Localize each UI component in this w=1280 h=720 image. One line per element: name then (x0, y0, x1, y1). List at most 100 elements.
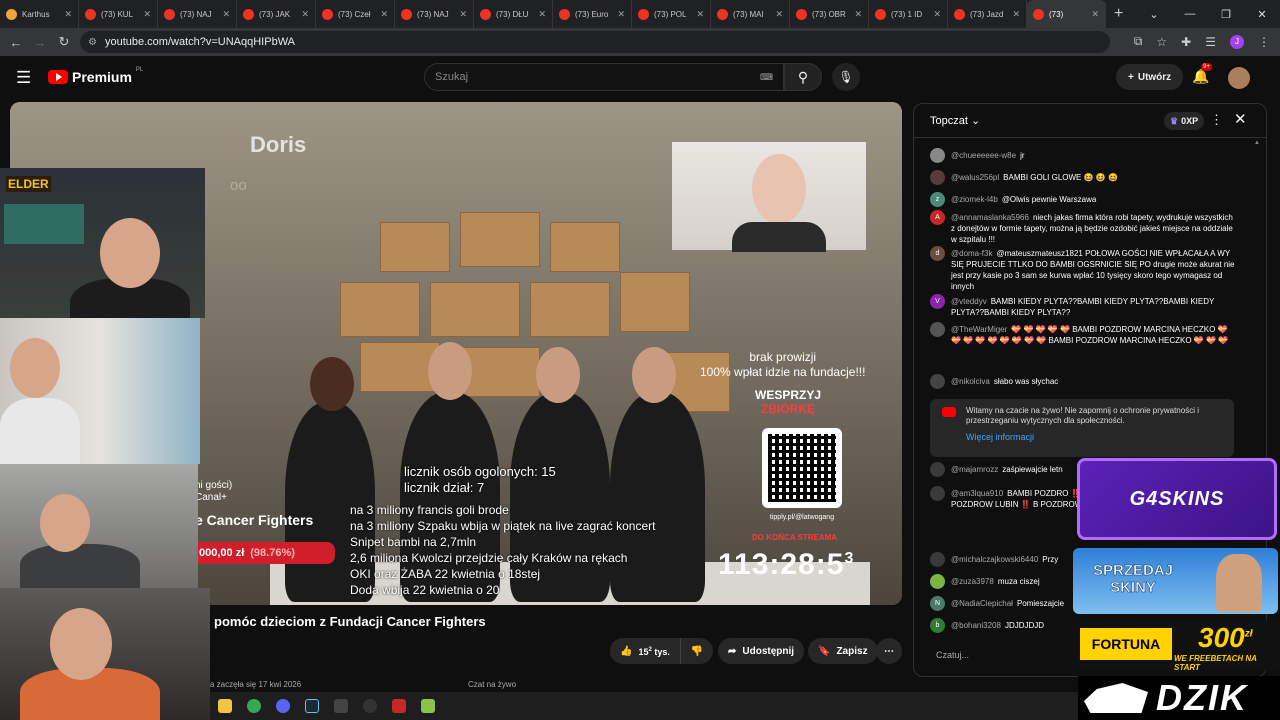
browser-tab[interactable]: (73) ✕ (1027, 0, 1106, 28)
app-red-icon[interactable] (384, 692, 413, 720)
youtube-logo[interactable]: Premium PL (48, 67, 143, 85)
browser-tab[interactable]: (73) Euro ✕ (553, 0, 632, 28)
close-tab-icon[interactable]: ✕ (933, 9, 941, 20)
chat-avatar[interactable] (930, 170, 945, 185)
steam-icon[interactable] (297, 692, 326, 720)
chat-author[interactable]: @michalczajkowski6440 (951, 555, 1038, 564)
close-tab-icon[interactable]: ✕ (854, 9, 862, 20)
close-tab-icon[interactable]: ✕ (1091, 9, 1099, 20)
chat-author[interactable]: @chueeeeee-w8e (951, 151, 1016, 160)
chat-author[interactable]: @annamaslanka5966 (951, 213, 1029, 222)
chat-avatar[interactable] (930, 462, 945, 477)
more-actions-button[interactable]: ⋯ (876, 638, 902, 664)
chat-author[interactable]: @nikolciva (951, 377, 990, 386)
like-button[interactable]: 👍 152 tys. (610, 638, 680, 664)
close-tab-icon[interactable]: ✕ (222, 9, 230, 20)
obs-icon[interactable] (355, 692, 384, 720)
bookmark-star-icon[interactable]: ☆ (1156, 35, 1167, 49)
close-tab-icon[interactable]: ✕ (617, 9, 625, 20)
search-input[interactable]: Szukaj ⌨ (424, 63, 784, 91)
chat-author[interactable]: @majamrozz (951, 465, 998, 474)
close-tab-icon[interactable]: ✕ (64, 9, 72, 20)
chrome-icon[interactable] (239, 692, 268, 720)
more-info-link[interactable]: Więcej informacji (966, 432, 1226, 442)
chat-avatar[interactable] (930, 552, 945, 567)
close-tab-icon[interactable]: ✕ (775, 9, 783, 20)
chat-author[interactable]: @am3lqua910 (951, 489, 1003, 498)
browser-tab[interactable]: (73) Czeł ✕ (316, 0, 395, 28)
chat-avatar[interactable]: N (930, 596, 945, 611)
chat-author[interactable]: @bohani3208 (951, 621, 1001, 630)
chat-author[interactable]: @walus256pl (951, 173, 999, 182)
browser-tab[interactable]: (73) NAJ ✕ (158, 0, 237, 28)
chat-author[interactable]: @ziomek-l4b (951, 195, 998, 204)
browser-tab[interactable]: Karthus ✕ (0, 0, 79, 28)
app-green-icon[interactable] (413, 692, 442, 720)
browser-tab[interactable]: (73) Jazd ✕ (948, 0, 1027, 28)
chat-avatar[interactable]: b (930, 618, 945, 633)
profile-avatar[interactable]: J (1230, 34, 1244, 49)
close-tab-icon[interactable]: ✕ (380, 9, 388, 20)
chat-mode-dropdown[interactable]: Topczat ⌄ (930, 114, 980, 127)
chat-avatar[interactable] (930, 148, 945, 163)
create-button[interactable]: + Utwórz (1116, 64, 1184, 90)
chat-author[interactable]: @TheWarMiger (951, 325, 1007, 334)
chat-avatar[interactable] (930, 486, 945, 501)
browser-tab[interactable]: (73) DŁU ✕ (474, 0, 553, 28)
xp-badge[interactable]: ♛ 0XP (1164, 112, 1205, 130)
chat-avatar[interactable]: z (930, 192, 945, 207)
notifications-button[interactable]: 🔔 9+ (1192, 63, 1212, 85)
browser-tab[interactable]: (73) JAK ✕ (237, 0, 316, 28)
close-tab-icon[interactable]: ✕ (1012, 9, 1020, 20)
file-explorer-icon[interactable] (210, 692, 239, 720)
chat-avatar[interactable]: A (930, 210, 945, 225)
browser-tab[interactable]: (73) MAI ✕ (711, 0, 790, 28)
chat-avatar[interactable]: V (930, 294, 945, 309)
cast-icon[interactable]: ⧉ (1134, 34, 1143, 49)
menu-icon[interactable]: ☰ (16, 68, 31, 88)
reload-icon[interactable]: ↻ (52, 34, 76, 50)
close-tab-icon[interactable]: ✕ (696, 9, 704, 20)
forward-icon[interactable]: → (28, 35, 52, 50)
chat-avatar[interactable]: d (930, 246, 945, 261)
maximize-button[interactable]: ❐ (1208, 0, 1244, 28)
chat-author[interactable]: @doma-f3k (951, 249, 992, 258)
tab-search-icon[interactable]: ⌄ (1136, 0, 1172, 28)
chat-author[interactable]: @NadiaCiepichał (951, 599, 1013, 608)
minimize-button[interactable]: — (1172, 0, 1208, 28)
close-tab-icon[interactable]: ✕ (459, 9, 467, 20)
scroll-up-icon[interactable]: ▲ (1254, 140, 1260, 146)
dislike-button[interactable]: 👎 (679, 638, 714, 664)
chat-menu-icon[interactable]: ⋮ (1210, 112, 1223, 128)
url-bar[interactable]: ⚙ youtube.com/watch?v=UNAqqHIPbWA (80, 31, 1110, 53)
chat-avatar[interactable] (930, 574, 945, 589)
browser-tab[interactable]: (73) NAJ ✕ (395, 0, 474, 28)
close-tab-icon[interactable]: ✕ (143, 9, 151, 20)
share-button[interactable]: ➦ Udostępnij (718, 638, 805, 664)
browser-tab[interactable]: (73) POL ✕ (632, 0, 711, 28)
reading-list-icon[interactable]: ☰ (1205, 35, 1216, 49)
search-button[interactable]: ⚲ (784, 63, 822, 91)
browser-tab[interactable]: (73) OBR ✕ (790, 0, 869, 28)
voice-search-button[interactable]: 🎙 (832, 63, 860, 91)
chat-author[interactable]: @vteddyv (951, 297, 987, 306)
close-window-button[interactable]: ✕ (1244, 0, 1280, 28)
save-button[interactable]: 🔖 Zapisz (808, 638, 878, 664)
chat-input[interactable]: Czatuj... (926, 644, 1086, 668)
new-tab-button[interactable]: + (1114, 5, 1123, 23)
chat-author[interactable]: @zuza3978 (951, 577, 994, 586)
chat-avatar[interactable] (930, 322, 945, 337)
close-tab-icon[interactable]: ✕ (538, 9, 546, 20)
xbox-icon[interactable] (326, 692, 355, 720)
extensions-icon[interactable]: ✚ (1181, 35, 1191, 49)
close-tab-icon[interactable]: ✕ (301, 9, 309, 20)
chat-avatar[interactable] (930, 374, 945, 389)
keyboard-icon[interactable]: ⌨ (760, 72, 773, 83)
account-avatar[interactable] (1228, 67, 1250, 89)
back-icon[interactable]: ← (4, 35, 28, 50)
browser-menu-icon[interactable]: ⋮ (1258, 35, 1270, 49)
discord-icon[interactable] (268, 692, 297, 720)
site-info-icon[interactable]: ⚙ (88, 37, 97, 48)
browser-tab[interactable]: (73) KUL ✕ (79, 0, 158, 28)
browser-tab[interactable]: (73) 1 ID ✕ (869, 0, 948, 28)
